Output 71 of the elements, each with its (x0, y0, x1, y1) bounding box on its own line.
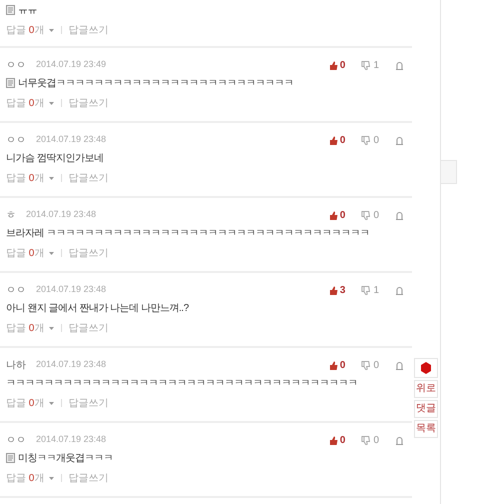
report-icon[interactable] (395, 60, 404, 70)
comment-date: 2014.07.19 23:48 (36, 358, 106, 372)
comment-text: 아니 왠지 글에서 짠내가 나는데 나만느껴..? (6, 302, 189, 316)
thumbs-down-icon[interactable] (361, 60, 370, 70)
like-button[interactable]: 3 (328, 282, 346, 298)
side-nav-button[interactable]: 댓글 (414, 400, 438, 418)
caret-icon[interactable] (48, 476, 56, 480)
thumbs-down-icon[interactable] (361, 286, 370, 294)
report-icon[interactable] (395, 286, 404, 294)
author-name: ㅇㅇ (6, 434, 26, 448)
like-button[interactable]: 0 (328, 432, 346, 448)
author-name: ㅇㅇ (6, 134, 26, 148)
thumbs-up-icon[interactable] (328, 436, 338, 444)
memo-icon (6, 5, 15, 15)
thumbs-up-icon[interactable] (328, 286, 338, 294)
thumbs-down-icon[interactable] (361, 360, 370, 370)
gem-icon (420, 362, 432, 374)
thumbs-up-icon[interactable] (328, 360, 338, 370)
reply-count-link[interactable]: 답글 0개 (6, 320, 44, 336)
dislike-button[interactable]: 0 (361, 432, 379, 448)
dislike-button[interactable]: 0 (361, 208, 379, 222)
thumbs-up-icon[interactable] (328, 136, 338, 144)
comment-text: ㅠㅠ (18, 4, 37, 18)
thumbs-up-icon[interactable] (328, 210, 338, 220)
thumbs-down-icon[interactable] (361, 136, 370, 144)
memo-icon (6, 453, 15, 463)
author-name: ㅇㅇ (6, 284, 26, 298)
report-icon[interactable] (395, 210, 404, 220)
report-icon[interactable] (395, 360, 404, 370)
like-button[interactable]: 0 (328, 58, 346, 72)
comment-text: 미칭ㅋㅋ개웃겹ㅋㅋㅋ (18, 452, 113, 466)
comment-date: 2014.07.19 23:49 (36, 58, 106, 72)
thumbs-up-icon[interactable] (328, 60, 338, 70)
reply-count-link[interactable]: 답글 0개 (6, 246, 44, 260)
comment-date: 2014.07.19 23:48 (26, 208, 96, 222)
top-button[interactable] (414, 358, 438, 378)
reply-count-link[interactable]: 답글 0개 (6, 22, 44, 38)
dislike-button[interactable]: 0 (361, 358, 379, 372)
reply-count-link[interactable]: 답글 0개 (6, 170, 44, 186)
caret-icon[interactable] (48, 400, 56, 406)
comment-date: 2014.07.19 23:48 (36, 433, 106, 446)
memo-icon (6, 78, 15, 88)
side-nav-button[interactable]: 목록 (414, 420, 438, 438)
author-name: ㅇㅇ (6, 58, 26, 72)
caret-icon[interactable] (48, 100, 56, 106)
thumbs-down-icon[interactable] (361, 436, 370, 444)
dislike-button[interactable]: 1 (361, 282, 379, 298)
comment-text: 니가슴 껌딱지인가보네 (6, 152, 104, 166)
dislike-button[interactable]: 0 (361, 132, 379, 148)
reply-count-link[interactable]: 답글 0개 (6, 470, 44, 486)
reply-count-link[interactable]: 답글 0개 (6, 96, 44, 110)
author-name: ㅎ (6, 208, 16, 222)
like-button[interactable]: 0 (328, 358, 346, 372)
caret-icon[interactable] (48, 326, 56, 330)
comment-text: ㅋㅋㅋㅋㅋㅋㅋㅋㅋㅋㅋㅋㅋㅋㅋㅋㅋㅋㅋㅋㅋㅋㅋㅋㅋㅋㅋㅋㅋㅋㅋㅋㅋㅋㅋㅋㅋ (6, 376, 358, 390)
side-nav-button[interactable]: 위로 (414, 380, 438, 398)
caret-icon[interactable] (48, 28, 56, 32)
report-icon[interactable] (395, 436, 404, 444)
caret-icon[interactable] (48, 176, 56, 180)
comment-date: 2014.07.19 23:48 (36, 283, 106, 296)
like-button[interactable]: 0 (328, 208, 346, 222)
comment-date: 2014.07.19 23:48 (36, 133, 106, 146)
report-icon[interactable] (395, 136, 404, 144)
caret-icon[interactable] (48, 250, 56, 256)
reply-count-link[interactable]: 답글 0개 (6, 396, 44, 410)
comment-text: 너무웃겹ㅋㅋㅋㅋㅋㅋㅋㅋㅋㅋㅋㅋㅋㅋㅋㅋㅋㅋㅋㅋㅋㅋㅋㅋㅋ (18, 76, 294, 90)
author-name: 나하 (6, 358, 26, 372)
comment-text: 브라자레 ㅋㅋㅋㅋㅋㅋㅋㅋㅋㅋㅋㅋㅋㅋㅋㅋㅋㅋㅋㅋㅋㅋㅋㅋㅋㅋㅋㅋㅋㅋㅋㅋㅋㅋ (6, 226, 370, 240)
thumbs-down-icon[interactable] (361, 210, 370, 220)
like-button[interactable]: 0 (328, 132, 346, 148)
dislike-button[interactable]: 1 (361, 58, 379, 72)
